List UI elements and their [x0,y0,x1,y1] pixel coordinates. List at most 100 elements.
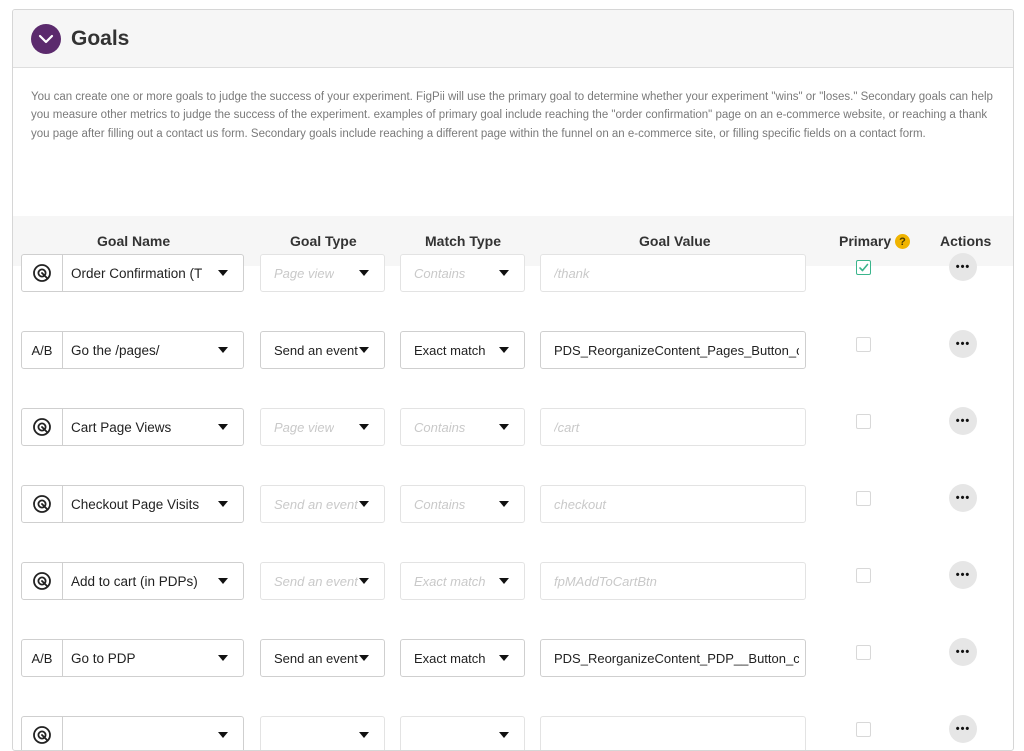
match-type-value: Contains [414,265,466,281]
match-type-value: Exact match [414,650,486,666]
goal-value-input[interactable]: checkout [540,485,806,523]
goal-name-value: Go the /pages/ [71,342,160,358]
caret-down-icon [218,655,228,661]
goal-name-select[interactable]: Checkout Page Visits [21,485,244,523]
match-type-select[interactable]: Exact match [400,639,525,677]
actions-menu-button[interactable]: ••• [949,715,977,743]
caret-down-icon [499,424,509,430]
caret-down-icon [359,424,369,430]
primary-checkbox[interactable] [856,337,871,352]
match-type-select[interactable]: Contains [400,485,525,523]
goal-value-input[interactable]: /thank [540,254,806,292]
primary-checkbox[interactable] [856,260,871,275]
target-icon [22,717,63,750]
table-row: A/B Go to PDP Send an event Exact match PDS_… [13,614,1013,691]
goal-type-value: Send an event [274,650,358,666]
table-row: Add to cart (in PDPs) Send an event Exact … [13,537,1013,614]
caret-down-icon [499,732,509,738]
panel-header[interactable]: Goals [13,10,1013,68]
goal-type-select[interactable]: Send an event [260,485,385,523]
target-icon [22,486,63,522]
caret-down-icon [218,270,228,276]
goal-type-value: Send an event [274,342,358,358]
chevron-down-icon [38,34,54,43]
actions-menu-button[interactable]: ••• [949,253,977,281]
goal-type-select[interactable]: Send an event [260,639,385,677]
goal-type-select[interactable]: Send an event [260,331,385,369]
match-type-select[interactable] [400,716,525,750]
table-row: Checkout Page Visits Send an event Contain… [13,460,1013,537]
goal-name-select[interactable]: A/B Go the /pages/ [21,331,244,369]
goal-kind-label: A/B [22,332,63,368]
goal-type-select[interactable] [260,716,385,750]
caret-down-icon [218,424,228,430]
actions-menu-button[interactable]: ••• [949,561,977,589]
goal-value-text: PDS_ReorganizeContent_Pages_Button_clic [554,342,799,358]
caret-down-icon [359,347,369,353]
check-icon [859,263,869,272]
goal-value-text: fpMAddToCartBtn [554,573,657,589]
goal-name-select[interactable]: Cart Page Views [21,408,244,446]
caret-down-icon [359,732,369,738]
goal-type-value: Page view [274,419,334,435]
goal-type-select[interactable]: Send an event [260,562,385,600]
goal-name-select[interactable]: A/B Go to PDP [21,639,244,677]
table-row: Cart Page Views Page view Contains/cart ••• [13,383,1013,460]
goal-name-select[interactable]: Add to cart (in PDPs) [21,562,244,600]
actions-menu-button[interactable]: ••• [949,330,977,358]
match-type-select[interactable]: Exact match [400,562,525,600]
table-row: A/B Go the /pages/Send an event Exact matc… [13,306,1013,383]
caret-down-icon [499,501,509,507]
caret-down-icon [499,270,509,276]
goal-kind-label: A/B [22,640,63,676]
match-type-value: Exact match [414,342,486,358]
caret-down-icon [218,501,228,507]
goals-table-body: Order Confirmation (T Page view Contains/t… [13,229,1013,750]
collapse-toggle[interactable] [31,23,61,54]
goal-value-input[interactable]: fpMAddToCartBtn [540,562,806,600]
primary-checkbox[interactable] [856,414,871,429]
goal-type-select[interactable]: Page view [260,254,385,292]
match-type-select[interactable]: Contains [400,254,525,292]
match-type-value: Contains [414,496,466,512]
match-type-select[interactable]: Contains [400,408,525,446]
primary-checkbox[interactable] [856,568,871,583]
primary-checkbox[interactable] [856,645,871,660]
actions-menu-button[interactable]: ••• [949,638,977,666]
actions-menu-button[interactable]: ••• [949,407,977,435]
goal-value-input[interactable] [540,716,806,750]
caret-down-icon [218,347,228,353]
caret-down-icon [359,501,369,507]
primary-checkbox[interactable] [856,491,871,506]
target-icon [22,255,63,291]
panel-title: Goals [71,26,130,50]
caret-down-icon [359,270,369,276]
goal-value-input[interactable]: PDS_ReorganizeContent_Pages_Button_clic [540,331,806,369]
goal-type-select[interactable]: Page view [260,408,385,446]
goal-value-text: PDS_ReorganizeContent_PDP__Button_click [554,650,799,666]
goals-panel: Goals You can create one or more goals t… [12,9,1014,751]
goal-name-value: Order Confirmation (T [71,265,203,281]
caret-down-icon [359,655,369,661]
target-icon [22,409,63,445]
match-type-select[interactable]: Exact match [400,331,525,369]
caret-down-icon [359,578,369,584]
goal-name-select[interactable]: Order Confirmation (T [21,254,244,292]
goal-type-value: Send an event [274,573,358,589]
goal-name-value: Add to cart (in PDPs) [71,573,198,589]
goal-name-value: Go to PDP [71,650,136,666]
goal-value-text: /thank [554,265,590,281]
goal-value-text: checkout [554,496,607,512]
goal-value-input[interactable]: /cart [540,408,806,446]
actions-menu-button[interactable]: ••• [949,484,977,512]
caret-down-icon [218,578,228,584]
goal-name-value: Checkout Page Visits [71,496,200,512]
goal-type-value: Send an event [274,496,358,512]
target-icon [22,563,63,599]
goal-name-select[interactable] [21,716,244,750]
caret-down-icon [218,732,228,738]
table-row: Order Confirmation (T Page view Contains/t… [13,229,1013,306]
goal-name-value: Cart Page Views [71,419,172,435]
goal-value-input[interactable]: PDS_ReorganizeContent_PDP__Button_click [540,639,806,677]
caret-down-icon [499,655,509,661]
